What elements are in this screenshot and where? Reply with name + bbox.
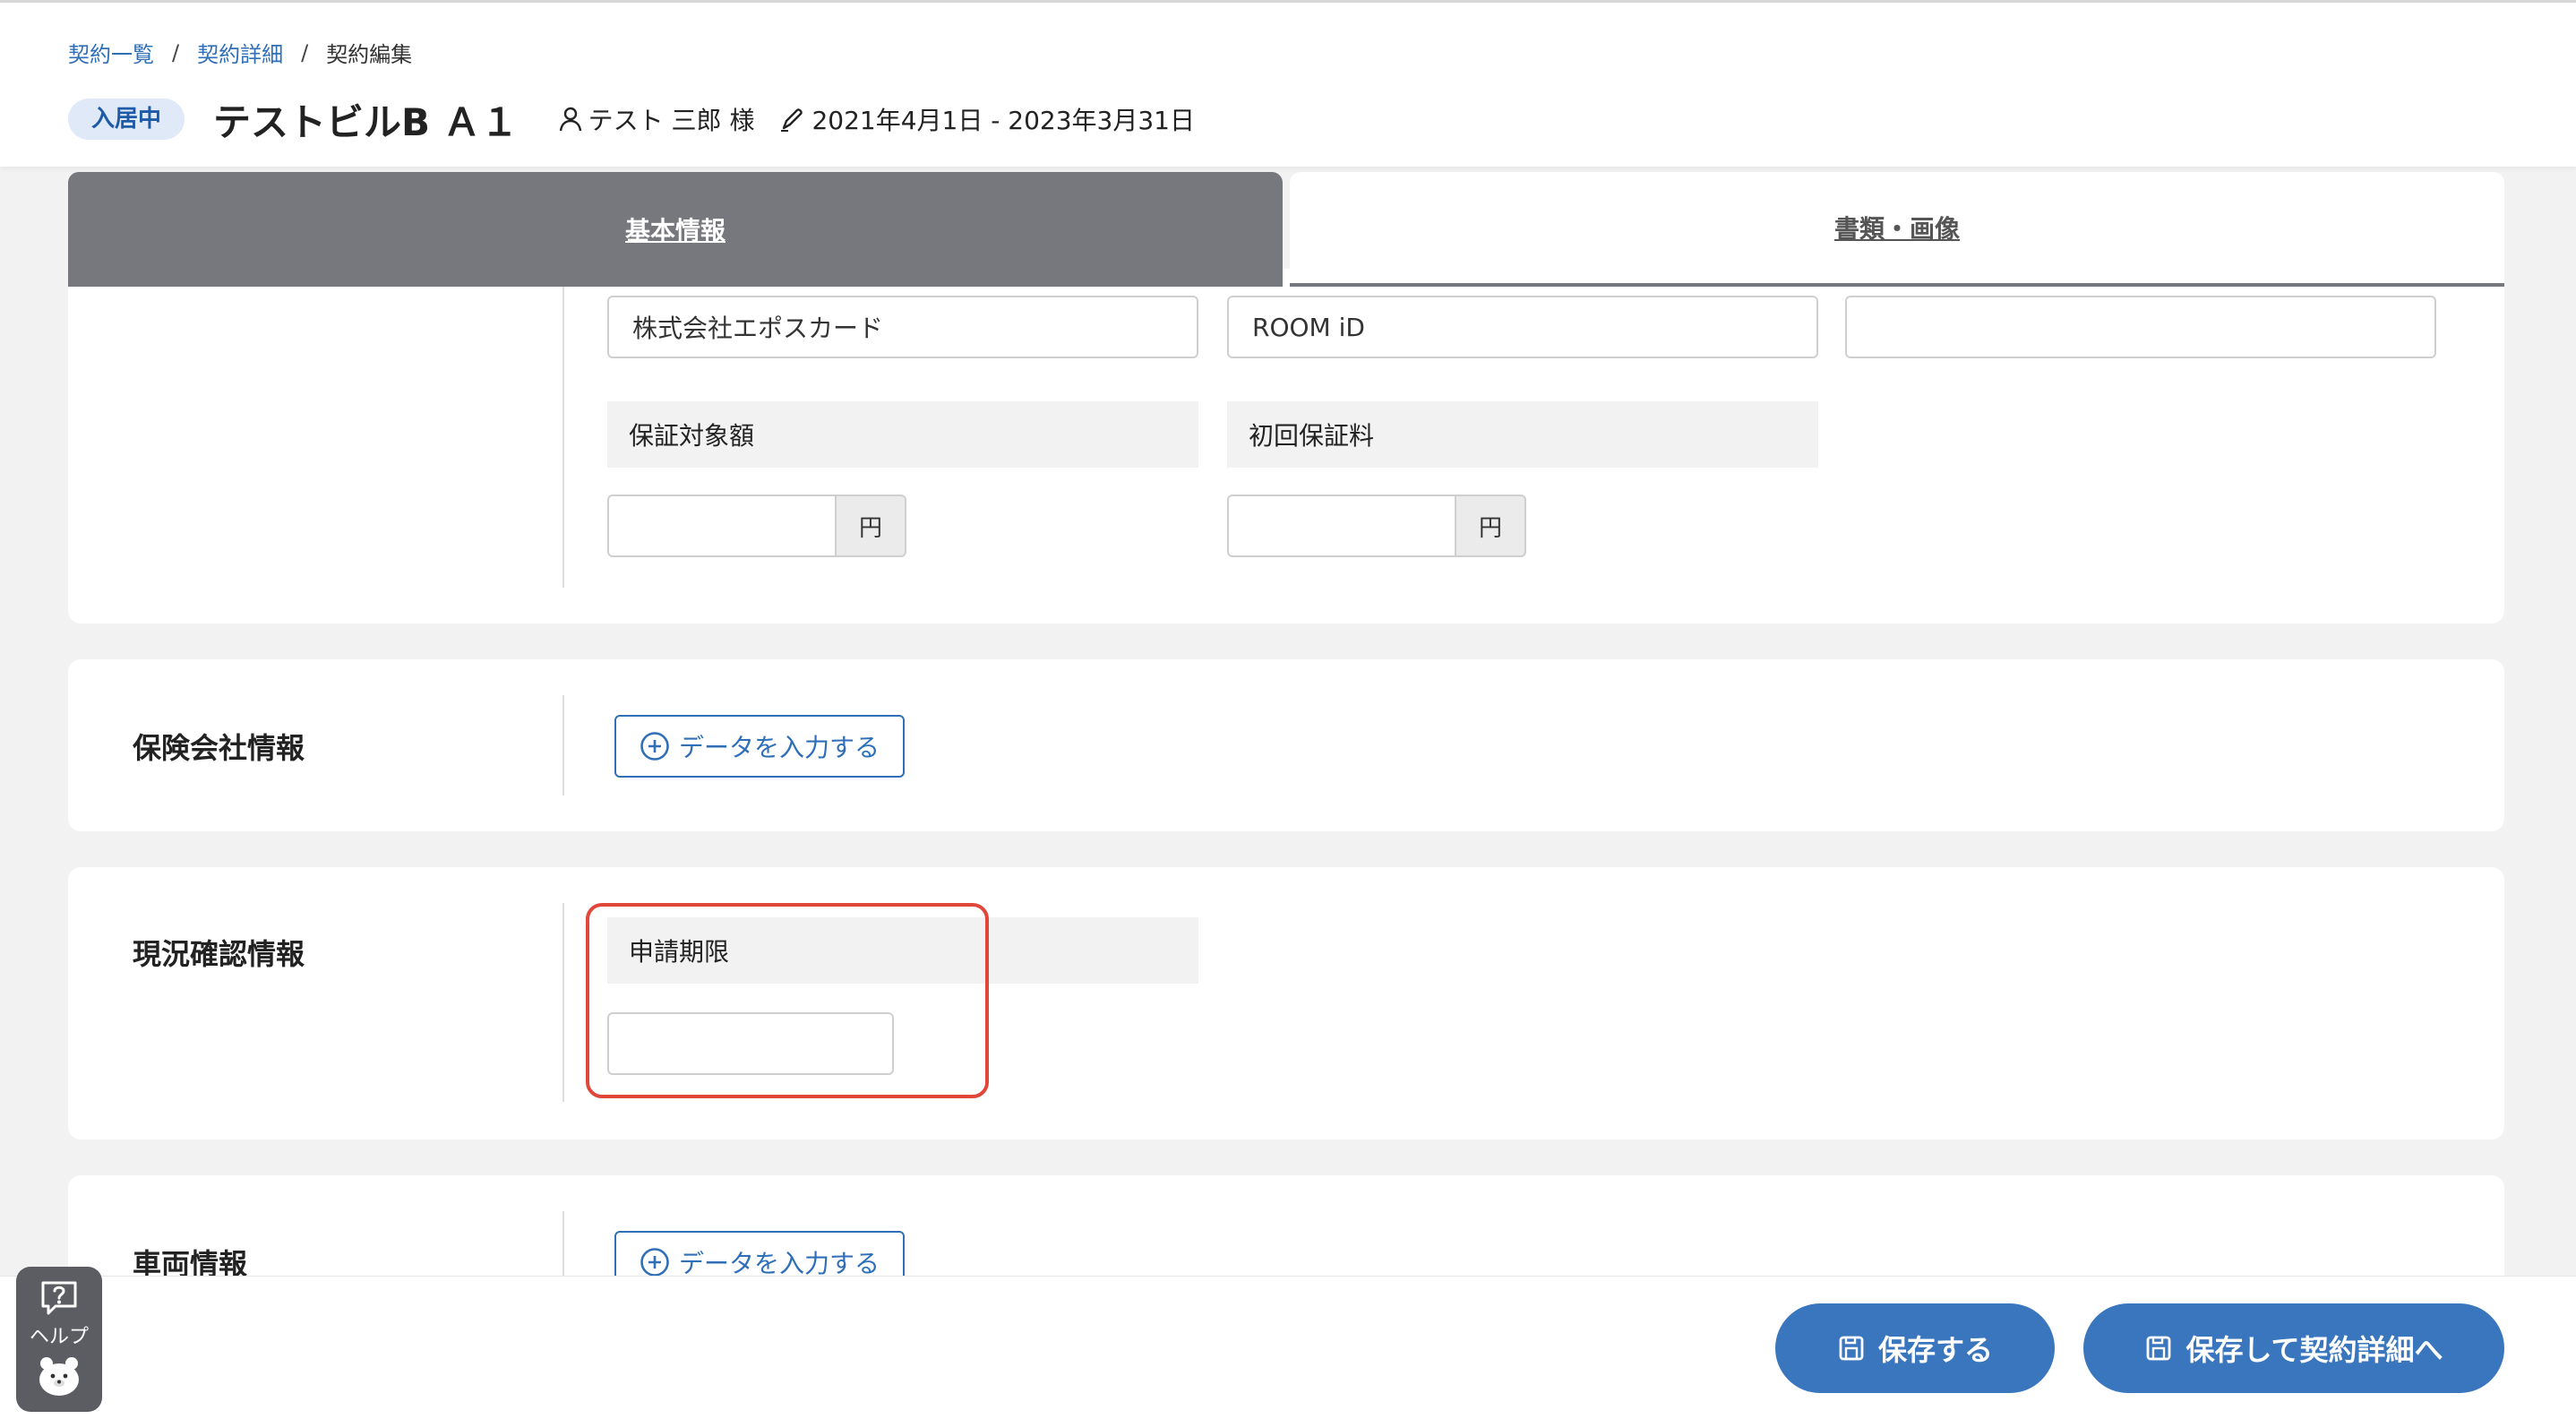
plus-circle-icon bbox=[640, 732, 669, 761]
button-label: 保存して契約詳細へ bbox=[2185, 1333, 2443, 1367]
help-label: ヘルプ bbox=[29, 1326, 89, 1348]
title-row: 入居中 テストビルB Ａ１ テスト 三郎 様 2021年4月1日 - 2023年… bbox=[68, 96, 1195, 144]
help-question-icon bbox=[41, 1281, 77, 1315]
guarantee-company-field[interactable]: 株式会社エポスカード bbox=[607, 296, 1198, 358]
tenant-info: テスト 三郎 様 bbox=[558, 101, 755, 137]
section-divider bbox=[562, 283, 564, 588]
tab-basic-info[interactable]: 基本情報 bbox=[68, 172, 1283, 287]
target-amount-label: 保証対象額 bbox=[607, 401, 1198, 468]
breadcrumb-separator: / bbox=[172, 39, 180, 65]
target-amount-input[interactable] bbox=[607, 494, 835, 557]
target-amount-input-group: 円 bbox=[607, 494, 906, 557]
person-icon bbox=[559, 107, 581, 132]
pen-icon bbox=[781, 108, 803, 132]
button-label: 保存する bbox=[1877, 1333, 1993, 1367]
section-divider bbox=[562, 695, 564, 796]
breadcrumb-contract-detail[interactable]: 契約詳細 bbox=[197, 37, 283, 68]
save-and-go-detail-button[interactable]: 保存して契約詳細へ bbox=[2083, 1303, 2504, 1393]
status-check-section: 現況確認情報 申請期限 bbox=[68, 867, 2504, 1140]
plus-circle-icon bbox=[640, 1248, 669, 1277]
initial-fee-label: 初回保証料 bbox=[1227, 401, 1818, 468]
section-divider bbox=[562, 903, 564, 1102]
floppy-disk-icon bbox=[2147, 1336, 2171, 1361]
tenant-name: テスト 三郎 様 bbox=[588, 106, 755, 135]
initial-fee-input-group: 円 bbox=[1227, 494, 1526, 557]
tab-documents-images[interactable]: 書類・画像 bbox=[1290, 172, 2504, 287]
insurance-section: 保険会社情報 データを入力する bbox=[68, 659, 2504, 831]
button-label: データを入力する bbox=[678, 1249, 880, 1278]
highlight-box bbox=[586, 903, 989, 1098]
yen-unit: 円 bbox=[1455, 494, 1526, 557]
breadcrumb-separator: / bbox=[301, 39, 309, 65]
save-button[interactable]: 保存する bbox=[1775, 1303, 2055, 1393]
breadcrumb-contract-list[interactable]: 契約一覧 bbox=[68, 37, 154, 68]
period-text: 2021年4月1日 - 2023年3月31日 bbox=[811, 106, 1195, 135]
floppy-disk-icon bbox=[1839, 1336, 1864, 1361]
tab-bar: 基本情報 書類・画像 bbox=[68, 172, 2504, 287]
guarantee-section: 株式会社エポスカード ROOM iD 保証対象額 初回保証料 円 円 bbox=[68, 269, 2504, 624]
insurance-add-data-button[interactable]: データを入力する bbox=[614, 715, 905, 778]
action-footer: 保存する 保存して契約詳細へ bbox=[0, 1276, 2576, 1419]
section-title: 保険会社情報 bbox=[133, 731, 305, 765]
initial-fee-input[interactable] bbox=[1227, 494, 1455, 557]
breadcrumb-current: 契約編集 bbox=[326, 42, 413, 67]
mascot-bear-icon bbox=[39, 1357, 79, 1396]
yen-unit: 円 bbox=[835, 494, 906, 557]
button-label: データを入力する bbox=[678, 733, 880, 762]
guarantee-plan-field[interactable]: ROOM iD bbox=[1227, 296, 1818, 358]
breadcrumb: 契約一覧 / 契約詳細 / 契約編集 bbox=[68, 37, 412, 68]
page-header: 契約一覧 / 契約詳細 / 契約編集 入居中 テストビルB Ａ１ テスト 三郎 … bbox=[0, 0, 2576, 167]
help-widget[interactable]: ヘルプ bbox=[16, 1267, 102, 1412]
contract-period: 2021年4月1日 - 2023年3月31日 bbox=[779, 101, 1195, 137]
page-title: テストビルB Ａ１ bbox=[213, 99, 519, 144]
section-title: 現況確認情報 bbox=[133, 937, 305, 971]
status-badge: 入居中 bbox=[68, 99, 185, 140]
guarantee-extra-field[interactable] bbox=[1845, 296, 2436, 358]
